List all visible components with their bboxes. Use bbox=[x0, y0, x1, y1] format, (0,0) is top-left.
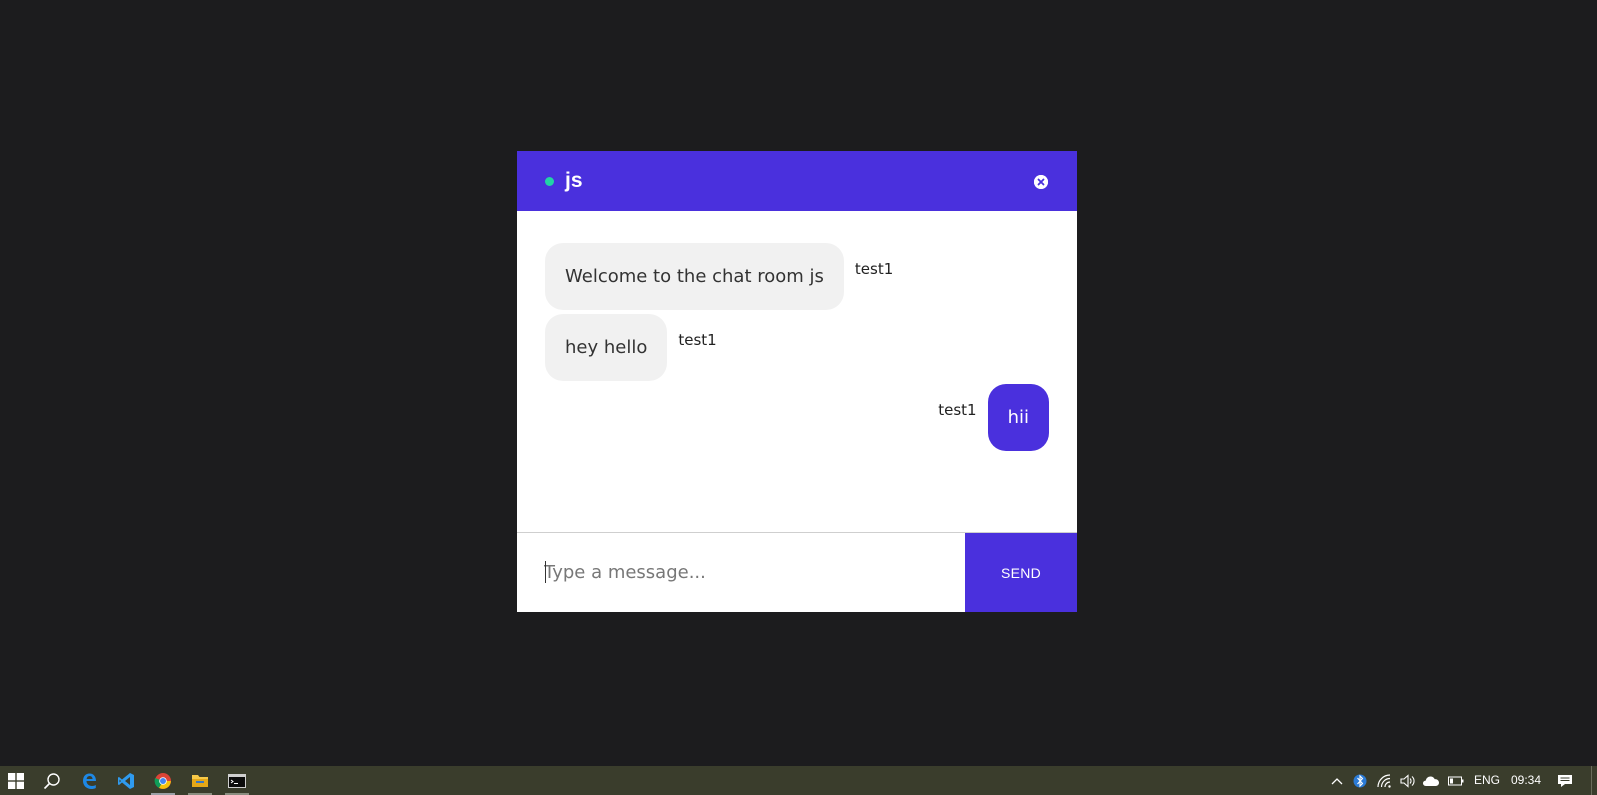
wifi-icon[interactable] bbox=[1375, 766, 1395, 795]
bluetooth-icon[interactable] bbox=[1350, 766, 1370, 795]
chrome-icon[interactable] bbox=[147, 766, 179, 795]
show-desktop-button[interactable] bbox=[1591, 766, 1597, 795]
text-caret bbox=[545, 561, 546, 583]
volume-icon[interactable] bbox=[1398, 766, 1418, 795]
input-language[interactable]: ENG bbox=[1474, 766, 1500, 795]
message-list[interactable]: Welcome to the chat room js test1 hey he… bbox=[517, 211, 1077, 532]
onedrive-icon[interactable] bbox=[1421, 766, 1441, 795]
message-outgoing: test1 hii bbox=[938, 384, 1049, 451]
folder-icon[interactable] bbox=[184, 766, 216, 795]
clock-time[interactable]: 09:34 bbox=[1511, 766, 1541, 795]
message-bubble: hii bbox=[987, 384, 1049, 451]
message-incoming: hey hello test1 bbox=[545, 314, 717, 381]
send-button[interactable]: SEND bbox=[965, 533, 1077, 612]
message-bubble: Welcome to the chat room js bbox=[545, 243, 844, 310]
battery-icon[interactable] bbox=[1446, 766, 1466, 795]
close-icon[interactable] bbox=[1034, 175, 1048, 189]
chat-window: js Welcome to the chat room js test1 hey… bbox=[517, 151, 1077, 612]
chat-header: js bbox=[517, 151, 1077, 211]
chevron-up-icon[interactable] bbox=[1327, 766, 1347, 795]
notifications-icon[interactable] bbox=[1555, 766, 1575, 795]
search-icon[interactable] bbox=[36, 766, 68, 795]
taskbar: ENG 09:34 bbox=[0, 766, 1597, 795]
online-status-indicator bbox=[545, 177, 554, 186]
message-input[interactable] bbox=[517, 533, 965, 612]
message-sender: test1 bbox=[854, 260, 894, 278]
edge-icon[interactable] bbox=[73, 766, 105, 795]
room-title: js bbox=[565, 169, 583, 192]
message-bubble: hey hello bbox=[545, 314, 668, 381]
message-sender: test1 bbox=[938, 401, 977, 419]
message-incoming: Welcome to the chat room js test1 bbox=[545, 243, 893, 310]
windows-icon[interactable] bbox=[0, 766, 32, 795]
message-sender: test1 bbox=[678, 331, 717, 349]
message-composer: SEND bbox=[517, 532, 1077, 612]
terminal-icon[interactable] bbox=[221, 766, 253, 795]
vscode-icon[interactable] bbox=[110, 766, 142, 795]
